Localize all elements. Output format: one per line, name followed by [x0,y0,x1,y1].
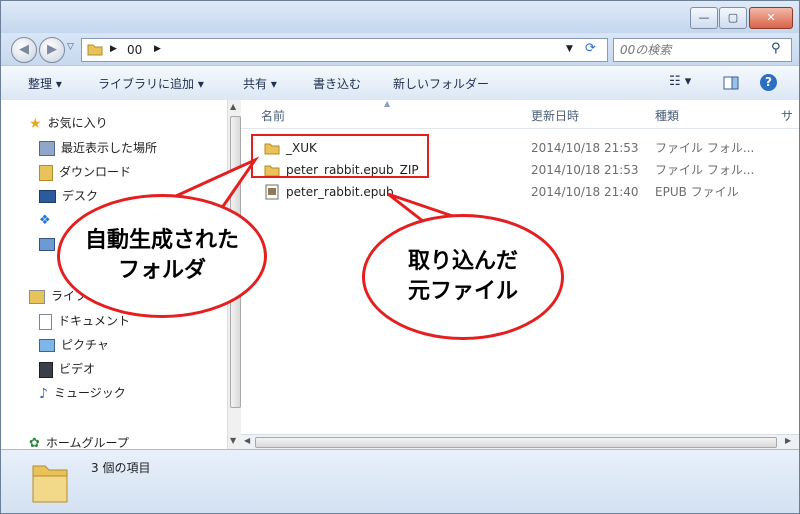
callout-text: 元ファイル [407,279,518,304]
callout-auto-folder: 自動生成された フォルダ [57,194,267,318]
callout-text: フォルダ [117,258,206,283]
callout-text: 自動生成された [84,228,239,253]
callout-text: 取り込んだ [407,249,518,274]
callout-source-file: 取り込んだ元ファイル [362,214,564,340]
